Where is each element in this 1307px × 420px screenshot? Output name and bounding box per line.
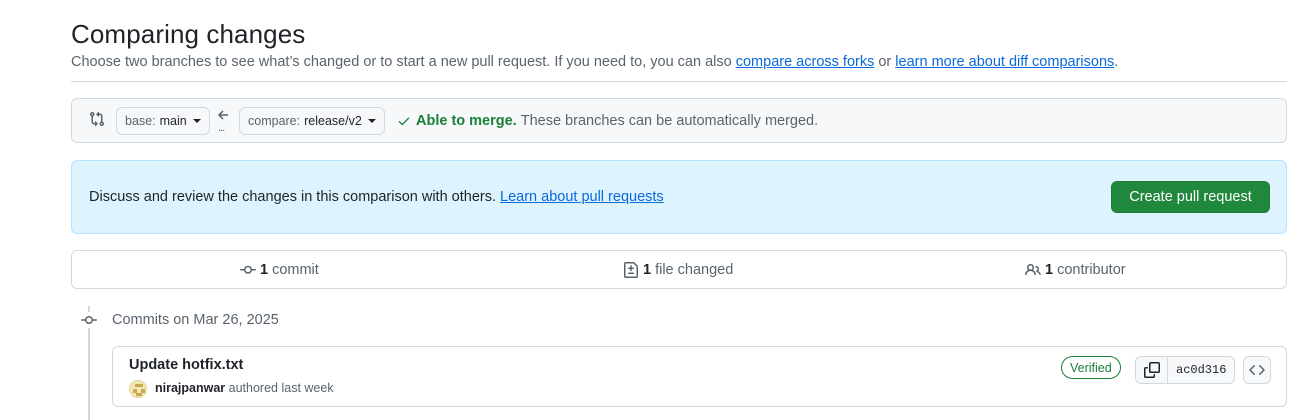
commits-count: 1 <box>260 262 269 278</box>
subtitle-text: Choose two branches to see what’s change… <box>71 54 736 70</box>
sha-group: ac0d316 <box>1135 356 1236 384</box>
code-icon <box>1249 364 1265 376</box>
compare-branch-label: compare: <box>248 114 301 128</box>
git-commit-icon <box>240 265 256 274</box>
create-pull-request-button[interactable]: Create pull request <box>1111 181 1270 213</box>
learn-diff-comparisons-link[interactable]: learn more about diff comparisons <box>895 54 1114 70</box>
chevron-down-icon <box>192 119 201 123</box>
banner-text: Discuss and review the changes in this c… <box>89 189 501 205</box>
compare-branch-value: release/v2 <box>304 114 362 128</box>
files-count: 1 <box>643 262 652 278</box>
merge-status-label: Able to merge. <box>416 113 517 129</box>
avatar[interactable] <box>129 380 147 398</box>
base-branch-value: main <box>159 114 187 128</box>
contributors-stat[interactable]: 1 contributor <box>1025 262 1126 278</box>
commits-stat[interactable]: 1 commit <box>240 262 319 278</box>
learn-about-pull-requests-link[interactable]: Learn about pull requests <box>500 189 664 205</box>
commit-title-link[interactable]: Update hotfix.txt <box>129 357 243 373</box>
commit-author-link[interactable]: nirajpanwar <box>155 381 225 395</box>
arrow-left-icon <box>217 110 228 120</box>
subtitle-end: . <box>1114 54 1119 70</box>
copy-icon <box>1143 362 1160 378</box>
merge-status: Able to merge. These branches can be aut… <box>397 113 818 129</box>
commits-date-heading: Commits on Mar 26, 2025 <box>112 312 279 328</box>
commits-label: commit <box>272 262 319 278</box>
create-pr-banner: Discuss and review the changes in this c… <box>71 160 1287 234</box>
copy-sha-button[interactable] <box>1136 357 1168 383</box>
commit-row: Update hotfix.txt nirajpanwar authored l… <box>112 346 1287 407</box>
files-stat[interactable]: 1 file changed <box>623 262 733 278</box>
merge-status-message: These branches can be automatically merg… <box>520 113 819 129</box>
compare-branch-select[interactable]: compare: release/v2 <box>239 107 385 135</box>
chevron-down-icon <box>367 119 376 123</box>
compare-stats: 1 commit 1 file changed 1 contributor <box>71 250 1287 289</box>
identicon-icon <box>133 384 145 396</box>
file-diff-icon <box>624 262 638 278</box>
range-dots: ... <box>218 122 225 134</box>
people-icon <box>1025 263 1041 276</box>
header-divider <box>71 81 1287 82</box>
verified-badge[interactable]: Verified <box>1061 356 1121 379</box>
git-commit-icon <box>80 312 98 328</box>
commit-meta-text: authored last week <box>225 381 334 395</box>
base-branch-select[interactable]: base: main <box>116 107 210 135</box>
page-subtitle: Choose two branches to see what’s change… <box>71 54 1118 70</box>
contributors-label: contributor <box>1057 262 1126 278</box>
git-compare-icon <box>90 111 105 127</box>
contributors-count: 1 <box>1045 262 1054 278</box>
files-label: file changed <box>655 262 734 278</box>
create-pr-banner-text: Discuss and review the changes in this c… <box>89 189 664 205</box>
compare-across-forks-link[interactable]: compare across forks <box>736 54 875 70</box>
commit-sha-link[interactable]: ac0d316 <box>1168 357 1234 383</box>
subtitle-or: or <box>874 54 896 70</box>
base-branch-label: base: <box>125 114 156 128</box>
range-editor: base: main ... compare: release/v2 Able … <box>71 98 1287 143</box>
commit-meta: nirajpanwar authored last week <box>155 381 334 395</box>
check-icon <box>398 117 410 126</box>
browse-repo-button[interactable] <box>1243 356 1271 384</box>
page-title: Comparing changes <box>71 19 306 49</box>
